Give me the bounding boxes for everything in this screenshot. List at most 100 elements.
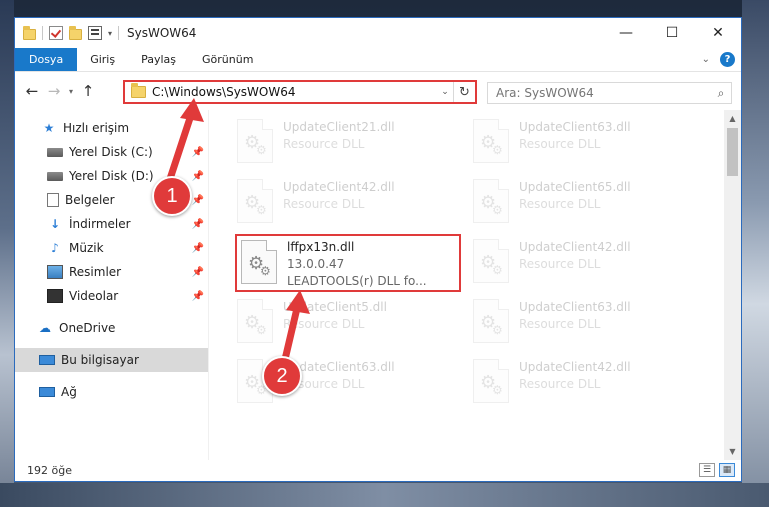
- tiles-view-icon[interactable]: ▦: [719, 463, 735, 477]
- status-bar: 192 öğe ☰ ▦: [15, 459, 741, 481]
- customize-icon[interactable]: [88, 26, 102, 40]
- up-arrow-icon[interactable]: ↑: [77, 82, 99, 100]
- ribbon-right-controls: ⌄ ?: [702, 48, 741, 71]
- nav-item-label: Bu bilgisayar: [61, 353, 139, 367]
- network-icon: [39, 387, 55, 397]
- vertical-scrollbar[interactable]: ▲ ▼: [724, 110, 741, 460]
- item-count: 192 öğe: [27, 463, 72, 477]
- dll-file-icon: ⚙ ⚙: [237, 179, 273, 223]
- nav-item-label: Resimler: [69, 265, 122, 279]
- nav-item-label: Ağ: [61, 385, 77, 399]
- nav-gap: [15, 372, 208, 380]
- properties-check-icon[interactable]: [49, 26, 63, 40]
- search-icon[interactable]: ⌕: [711, 86, 731, 101]
- search-input[interactable]: [496, 86, 711, 100]
- videos-icon: [47, 289, 63, 303]
- dll-file-icon: ⚙ ⚙: [241, 240, 277, 284]
- address-path[interactable]: C:\Windows\SysWOW64: [152, 85, 437, 99]
- scrollbar-thumb[interactable]: [727, 128, 738, 176]
- search-box[interactable]: ⌕: [487, 82, 732, 104]
- file-description: Resource DLL: [283, 317, 365, 331]
- file-name: lffpx13n.dll: [287, 240, 355, 254]
- window-controls: — ☐ ✕: [603, 18, 741, 48]
- file-name: UpdateClient63.dll: [519, 120, 631, 134]
- file-description: LEADTOOLS(r) DLL fo...: [287, 274, 427, 288]
- details-view-icon[interactable]: ☰: [699, 463, 715, 477]
- drive-icon: [47, 147, 63, 157]
- help-icon[interactable]: ?: [720, 52, 735, 67]
- documents-icon: [47, 193, 59, 207]
- nav-item-network[interactable]: Ağ: [15, 380, 208, 404]
- address-bar[interactable]: C:\Windows\SysWOW64 ⌄ ↻: [123, 80, 477, 104]
- file-tile[interactable]: ⚙ ⚙ UpdateClient42.dll Resource DLL: [469, 356, 701, 410]
- refresh-icon[interactable]: ↻: [453, 82, 475, 102]
- dll-file-icon: ⚙ ⚙: [473, 359, 509, 403]
- ribbon-tabs: Dosya Giriş Paylaş Görünüm ⌄ ?: [15, 48, 741, 72]
- tab-share[interactable]: Paylaş: [128, 48, 189, 71]
- nav-item-label: Belgeler: [65, 193, 115, 207]
- nav-item-label: OneDrive: [59, 321, 116, 335]
- file-description: Resource DLL: [519, 197, 601, 211]
- quick-access-dropdown-icon[interactable]: ▾: [108, 29, 112, 38]
- file-tile[interactable]: ⚙ ⚙ UpdateClient5.dll Resource DLL: [233, 296, 465, 350]
- maximize-button[interactable]: ☐: [649, 18, 695, 48]
- nav-gap: [15, 308, 208, 316]
- main-area: ★ Hızlı erişim Yerel Disk (C:) 📌 Yerel D…: [15, 110, 741, 460]
- nav-item-label: Yerel Disk (D:): [69, 169, 154, 183]
- nav-item-label: Videolar: [69, 289, 119, 303]
- nav-item-pictures[interactable]: Resimler 📌: [15, 260, 208, 284]
- dll-file-icon: ⚙ ⚙: [237, 119, 273, 163]
- nav-item-local-disk-c[interactable]: Yerel Disk (C:) 📌: [15, 140, 208, 164]
- pc-icon: [39, 355, 55, 365]
- nav-item-onedrive[interactable]: ☁ OneDrive: [15, 316, 208, 340]
- recent-locations-dropdown-icon[interactable]: ▾: [65, 87, 77, 96]
- file-name: UpdateClient65.dll: [519, 180, 631, 194]
- file-name: UpdateClient21.dll: [283, 120, 395, 134]
- tab-view[interactable]: Görünüm: [189, 48, 266, 71]
- expand-ribbon-chevron-icon[interactable]: ⌄: [702, 54, 710, 65]
- file-name: UpdateClient42.dll: [283, 180, 395, 194]
- file-tile[interactable]: ⚙ ⚙ UpdateClient63.dll Resource DLL: [469, 116, 701, 170]
- navigation-pane: ★ Hızlı erişim Yerel Disk (C:) 📌 Yerel D…: [15, 110, 209, 460]
- back-arrow-icon[interactable]: ←: [21, 82, 43, 100]
- nav-item-label: Müzik: [69, 241, 104, 255]
- nav-gap: [15, 340, 208, 348]
- nav-item-label: İndirmeler: [69, 217, 131, 231]
- desktop-background-left: [0, 0, 14, 507]
- download-icon: ↓: [49, 217, 61, 231]
- address-dropdown-icon[interactable]: ⌄: [437, 87, 453, 97]
- nav-item-quick-access[interactable]: ★ Hızlı erişim: [15, 116, 208, 140]
- dll-file-icon: ⚙ ⚙: [473, 239, 509, 283]
- dll-file-icon: ⚙ ⚙: [473, 119, 509, 163]
- pin-icon: 📌: [191, 242, 204, 254]
- file-tile[interactable]: ⚙ ⚙ UpdateClient21.dll Resource DLL: [233, 116, 465, 170]
- dll-file-icon: ⚙ ⚙: [473, 179, 509, 223]
- minimize-button[interactable]: —: [603, 18, 649, 48]
- pin-icon: 📌: [191, 194, 204, 206]
- title-separator: [118, 26, 120, 40]
- dll-file-icon: ⚙ ⚙: [237, 299, 273, 343]
- file-version: 13.0.0.47: [287, 257, 345, 271]
- scroll-down-icon[interactable]: ▼: [724, 443, 741, 460]
- nav-item-music[interactable]: ♪ Müzik 📌: [15, 236, 208, 260]
- tab-file[interactable]: Dosya: [15, 48, 78, 71]
- file-description: Resource DLL: [283, 137, 365, 151]
- pin-icon: 📌: [191, 170, 204, 182]
- cloud-icon: ☁: [39, 321, 51, 335]
- scroll-up-icon[interactable]: ▲: [724, 110, 741, 127]
- forward-arrow-icon[interactable]: →: [43, 82, 65, 100]
- file-tile[interactable]: ⚙ ⚙ UpdateClient63.dll Resource DLL: [469, 296, 701, 350]
- file-tile[interactable]: ⚙ ⚙ UpdateClient42.dll Resource DLL: [469, 236, 701, 290]
- new-folder-icon[interactable]: [69, 26, 82, 40]
- nav-item-this-pc[interactable]: Bu bilgisayar: [15, 348, 208, 372]
- tab-home[interactable]: Giriş: [77, 48, 128, 71]
- file-tile[interactable]: ⚙ ⚙ UpdateClient65.dll Resource DLL: [469, 176, 701, 230]
- nav-item-videos[interactable]: Videolar 📌: [15, 284, 208, 308]
- nav-item-downloads[interactable]: ↓ İndirmeler 📌: [15, 212, 208, 236]
- file-description: Resource DLL: [519, 317, 601, 331]
- file-tile[interactable]: ⚙ ⚙ UpdateClient42.dll Resource DLL: [233, 176, 465, 230]
- file-tile-lffpx13n[interactable]: ⚙ ⚙ lffpx13n.dll 13.0.0.47 LEADTOOLS(r) D…: [235, 234, 461, 292]
- music-icon: ♪: [51, 241, 59, 255]
- close-button[interactable]: ✕: [695, 18, 741, 48]
- file-list: ⚙ ⚙ UpdateClient21.dll Resource DLL ⚙ ⚙ Upd…: [209, 110, 741, 460]
